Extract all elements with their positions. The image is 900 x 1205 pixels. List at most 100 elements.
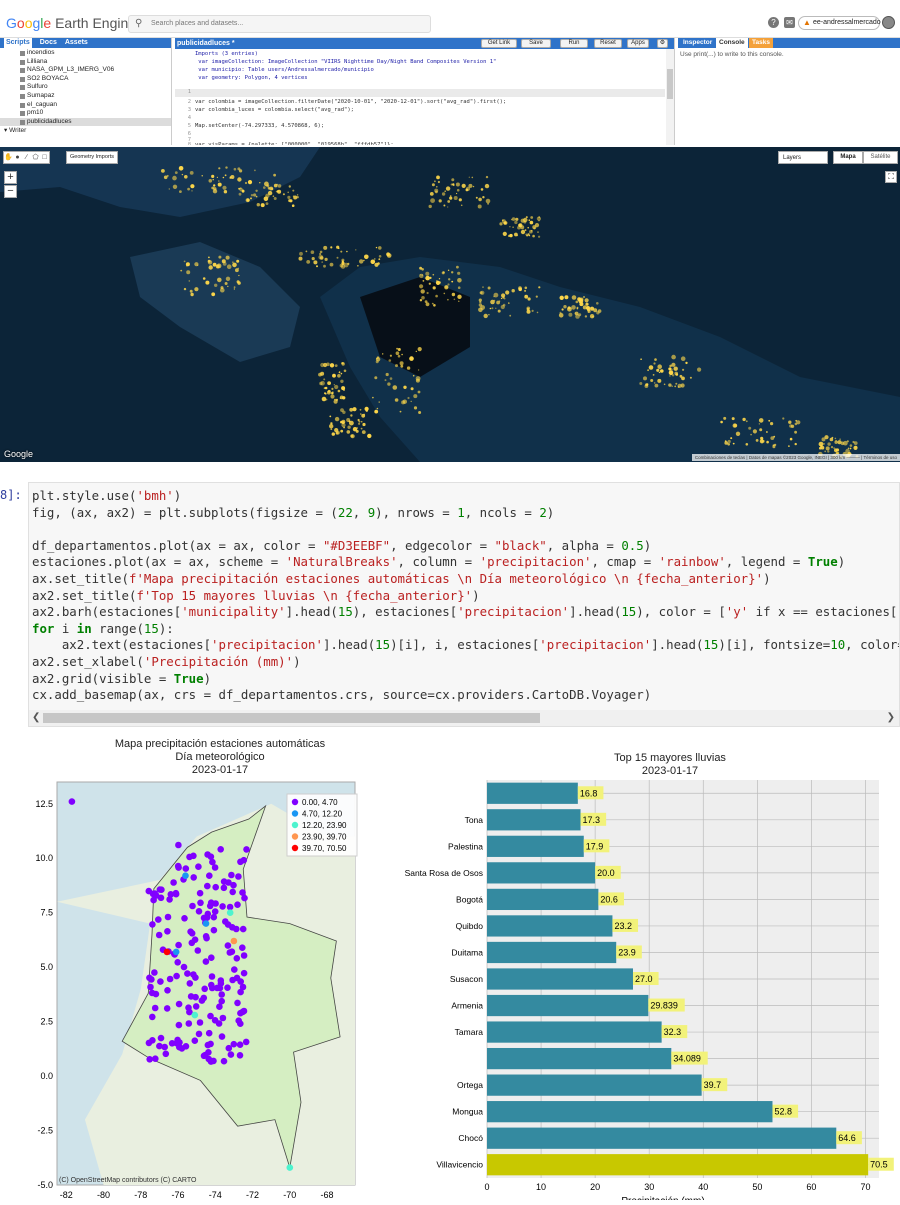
tab-console[interactable]: Console bbox=[716, 38, 748, 48]
geometry-imports-button[interactable]: Geometry Imports bbox=[66, 151, 118, 164]
map-view[interactable]: ✋ ● ∕ ⬠ □ Geometry Imports + − Layers Ma… bbox=[0, 147, 900, 462]
city-light bbox=[394, 398, 399, 402]
city-light bbox=[375, 357, 381, 362]
zoom-out-button[interactable]: − bbox=[4, 185, 17, 198]
city-light bbox=[184, 175, 188, 179]
city-light bbox=[489, 307, 492, 310]
import-line[interactable]: var geometry: Polygon, 4 vertices bbox=[175, 75, 665, 83]
writer-folder[interactable]: ▾ Writer bbox=[0, 126, 171, 135]
code-line[interactable]: 4 bbox=[175, 115, 665, 123]
feedback-icon[interactable]: ✉ bbox=[784, 17, 795, 28]
hand-icon[interactable]: ✋ bbox=[4, 152, 13, 163]
script-item[interactable]: Sulfuro bbox=[0, 83, 171, 92]
city-light bbox=[491, 307, 494, 310]
run-button[interactable]: Run bbox=[560, 39, 588, 48]
city-light bbox=[788, 420, 792, 424]
fullscreen-icon[interactable]: ⛶ bbox=[885, 171, 897, 183]
code-line[interactable]: 1 bbox=[175, 89, 665, 97]
map-type-satellite-button[interactable]: Satélite bbox=[863, 151, 898, 164]
code-line[interactable]: 8 var visParams = {palette: ["000000", "0… bbox=[175, 142, 665, 145]
city-light bbox=[682, 368, 685, 371]
city-light bbox=[443, 204, 446, 207]
map-type-map-button[interactable]: Mapa bbox=[833, 151, 863, 164]
city-light bbox=[461, 183, 466, 188]
tab-scripts[interactable]: Scripts bbox=[4, 38, 32, 48]
point-icon[interactable]: ● bbox=[13, 152, 22, 163]
city-light bbox=[346, 250, 348, 253]
help-icon[interactable]: ? bbox=[768, 17, 779, 28]
polygon-icon[interactable]: ⬠ bbox=[31, 152, 40, 163]
cell-horizontal-scrollbar[interactable]: ❮ ❯ bbox=[29, 710, 899, 726]
tab-docs[interactable]: Docs bbox=[40, 38, 57, 48]
tab-inspector[interactable]: Inspector bbox=[680, 38, 715, 48]
cell-code[interactable]: plt.style.use('bmh') fig, (ax, ax2) = pl… bbox=[32, 488, 899, 704]
get-link-button[interactable]: Get Link bbox=[481, 39, 517, 48]
zoom-in-button[interactable]: + bbox=[4, 171, 17, 184]
code-line[interactable]: 3 var colombia_luces = colombia.select("a… bbox=[175, 107, 665, 115]
station-point bbox=[212, 883, 219, 891]
script-item[interactable]: el_caguan bbox=[0, 101, 171, 110]
script-item[interactable]: incendios bbox=[0, 49, 171, 58]
city-light bbox=[225, 166, 228, 169]
station-point bbox=[175, 841, 182, 849]
city-light bbox=[218, 255, 222, 259]
script-item[interactable]: SO2 BOYACA bbox=[0, 75, 171, 84]
file-icon bbox=[20, 51, 25, 56]
x-tick-label: -80 bbox=[97, 1190, 110, 1200]
code-line[interactable]: 2 var colombia = imageCollection.filterDa… bbox=[175, 99, 665, 107]
editor-scrollbar[interactable] bbox=[666, 49, 674, 145]
avatar[interactable] bbox=[882, 16, 895, 29]
line-icon[interactable]: ∕ bbox=[22, 152, 31, 163]
save-button[interactable]: Save bbox=[521, 39, 551, 48]
script-item[interactable]: Lilliana bbox=[0, 58, 171, 67]
layers-button[interactable]: Layers bbox=[778, 151, 828, 164]
map-chart-svg: -82 -80 -78 -76 -74 -72 -70 -68 12.5 10.0 7.5 5.0 2.… bbox=[35, 781, 358, 1200]
city-light bbox=[456, 188, 460, 192]
y-tick-label: -5.0 bbox=[37, 1180, 53, 1190]
earth-engine-logo[interactable]: Google Earth Engine bbox=[6, 15, 136, 31]
account-button[interactable]: ▲ ee-andressalmercado bbox=[798, 16, 881, 30]
script-item-selected[interactable]: publicidadluces bbox=[0, 117, 171, 127]
tab-assets[interactable]: Assets bbox=[65, 38, 88, 48]
code-area[interactable]: Imports (3 entries) var imageCollection:… bbox=[175, 49, 665, 145]
rectangle-icon[interactable]: □ bbox=[40, 152, 49, 163]
script-item[interactable]: pm10 bbox=[0, 109, 171, 118]
data-label: 39.7 bbox=[704, 1080, 722, 1090]
category-label: Susacon bbox=[450, 974, 483, 984]
code-cell[interactable]: plt.style.use('bmh') fig, (ax, ax2) = pl… bbox=[28, 482, 900, 727]
search-input[interactable]: ⚲ Search places and datasets... bbox=[128, 15, 431, 33]
city-light bbox=[674, 371, 678, 376]
station-point bbox=[217, 980, 225, 987]
city-light bbox=[523, 220, 527, 224]
script-item[interactable]: NASA_GPM_L3_IMERG_V06 bbox=[0, 66, 171, 75]
bar bbox=[487, 782, 578, 804]
file-tab[interactable]: publicidadluces * bbox=[177, 38, 235, 49]
scrollbar-thumb[interactable] bbox=[43, 713, 540, 723]
settings-gear-icon[interactable]: ⚙ bbox=[657, 39, 668, 48]
city-light bbox=[526, 307, 530, 311]
city-light bbox=[596, 302, 599, 305]
city-light bbox=[460, 204, 463, 207]
scroll-right-icon[interactable]: ❯ bbox=[887, 710, 895, 726]
city-light bbox=[514, 220, 518, 225]
city-light bbox=[399, 410, 402, 413]
city-light bbox=[724, 440, 727, 442]
map-attribution[interactable]: Combinaciones de teclas | Datos de mapas… bbox=[691, 454, 900, 461]
tab-tasks[interactable]: Tasks bbox=[749, 38, 773, 48]
scroll-left-icon[interactable]: ❮ bbox=[32, 710, 40, 726]
city-light bbox=[166, 174, 169, 177]
editor-toolbar: publicidadluces * Get Link Save Run Rese… bbox=[175, 38, 674, 49]
bar-chart-title: Top 15 mayores lluvias 2023-01-17 bbox=[520, 752, 820, 778]
apps-button[interactable]: Apps bbox=[627, 39, 649, 48]
reset-button[interactable]: Reset bbox=[594, 39, 622, 48]
script-item[interactable]: Sumapaz bbox=[0, 92, 171, 101]
import-line[interactable]: var imageCollection: ImageCollection "VI… bbox=[175, 59, 665, 67]
city-light bbox=[448, 278, 451, 281]
import-line[interactable]: Imports (3 entries) bbox=[175, 51, 665, 59]
city-light bbox=[429, 192, 434, 196]
code-line[interactable]: 5 Map.setCenter(-74.297333, 4.570868, 6); bbox=[175, 123, 665, 131]
bar bbox=[487, 1101, 773, 1123]
import-line[interactable]: var municipio: Table users/Andressalmerc… bbox=[175, 67, 665, 75]
city-light bbox=[500, 297, 503, 300]
map-attribution: (C) OpenStreetMap contributors (C) CARTO bbox=[59, 1177, 197, 1184]
